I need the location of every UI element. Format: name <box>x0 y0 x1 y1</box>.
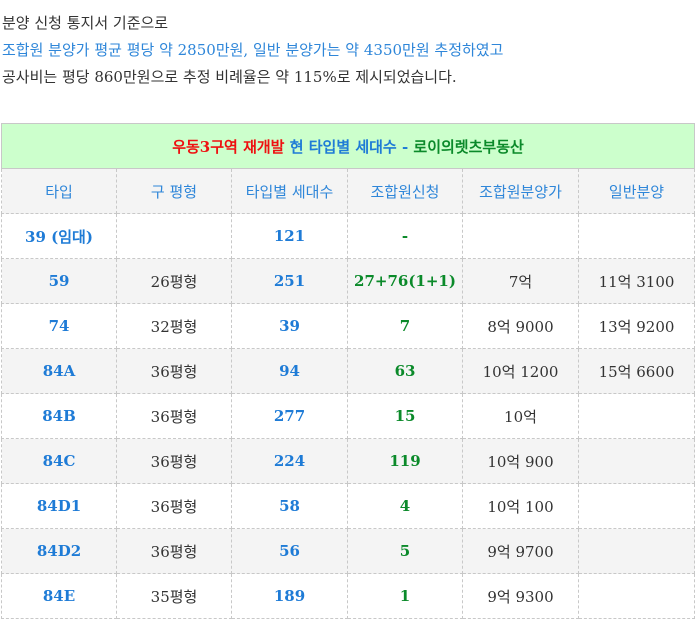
header-general-price: 일반분양 <box>577 168 695 214</box>
cell-units: 277 <box>231 393 348 439</box>
cell-old-size <box>116 213 232 259</box>
cell-type: 84A <box>1 348 117 394</box>
cell-old-size: 32평형 <box>116 303 232 349</box>
cell-type: 59 <box>1 258 117 304</box>
cell-old-size: 26평형 <box>116 258 232 304</box>
cell-units: 39 <box>231 303 348 349</box>
cell-member-apply: 7 <box>347 303 463 349</box>
intro-line-2: 조합원 분양가 평균 평당 약 2850만원, 일반 분양가는 약 4350만원… <box>2 41 504 59</box>
unit-type-table: 우동3구역 재개발 현 타입별 세대수 - 로이의렛츠부동산 타입 구 평형 타… <box>0 123 695 619</box>
cell-member-price: 10억 <box>462 393 579 439</box>
cell-member-price: 10억 1200 <box>462 348 579 394</box>
cell-units: 224 <box>231 438 348 484</box>
cell-general-price <box>577 393 695 439</box>
table-row: 84D2 36평형 56 5 9억 9700 <box>1 528 695 574</box>
cell-general-price: 11억 3100 <box>577 258 695 304</box>
header-type: 타입 <box>1 168 117 214</box>
intro-text: 분양 신청 통지서 기준으로 조합원 분양가 평균 평당 약 2850만원, 일… <box>2 10 503 91</box>
cell-member-apply: 15 <box>347 393 463 439</box>
table-row: 84B 36평형 277 15 10억 <box>1 393 695 439</box>
cell-units: 189 <box>231 573 348 619</box>
cell-old-size: 36평형 <box>116 438 232 484</box>
cell-type: 84C <box>1 438 117 484</box>
cell-old-size: 36평형 <box>116 528 232 574</box>
cell-old-size: 36평형 <box>116 393 232 439</box>
table-row: 74 32평형 39 7 8억 9000 13억 9200 <box>1 303 695 349</box>
table-title-source: 로이의렛츠부동산 <box>413 137 524 156</box>
cell-type: 84E <box>1 573 117 619</box>
intro-line-3: 공사비는 평당 860만원으로 추정 비례율은 약 115%로 제시되었습니다. <box>2 68 457 86</box>
table-title: 우동3구역 재개발 현 타입별 세대수 - 로이의렛츠부동산 <box>0 123 695 169</box>
cell-type: 84D2 <box>1 528 117 574</box>
header-member-apply: 조합원신청 <box>347 168 463 214</box>
table-title-area: 우동3구역 재개발 <box>172 137 285 156</box>
cell-units: 121 <box>231 213 348 259</box>
header-member-price: 조합원분양가 <box>462 168 579 214</box>
cell-general-price <box>577 483 695 529</box>
cell-units: 58 <box>231 483 348 529</box>
cell-member-apply: 63 <box>347 348 463 394</box>
cell-type: 74 <box>1 303 117 349</box>
cell-member-apply: 1 <box>347 573 463 619</box>
cell-member-price: 9억 9700 <box>462 528 579 574</box>
table-row: 84A 36평형 94 63 10억 1200 15억 6600 <box>1 348 695 394</box>
table-title-row: 우동3구역 재개발 현 타입별 세대수 - 로이의렛츠부동산 <box>0 123 695 169</box>
cell-old-size: 35평형 <box>116 573 232 619</box>
cell-member-price: 10억 900 <box>462 438 579 484</box>
cell-old-size: 36평형 <box>116 348 232 394</box>
cell-units: 251 <box>231 258 348 304</box>
cell-old-size: 36평형 <box>116 483 232 529</box>
cell-member-price: 8억 9000 <box>462 303 579 349</box>
cell-member-apply: 119 <box>347 438 463 484</box>
cell-general-price <box>577 573 695 619</box>
table-row: 39 (임대) 121- <box>1 213 695 259</box>
cell-type: 39 (임대) <box>1 213 117 259</box>
table-title-desc: 현 타입별 세대수 - <box>284 137 414 156</box>
cell-member-apply: 4 <box>347 483 463 529</box>
cell-type: 84B <box>1 393 117 439</box>
table-row: 84D1 36평형 58 4 10억 100 <box>1 483 695 529</box>
cell-general-price <box>577 528 695 574</box>
cell-member-price: 9억 9300 <box>462 573 579 619</box>
cell-general-price <box>577 213 695 259</box>
cell-units: 94 <box>231 348 348 394</box>
cell-member-apply: - <box>347 213 463 259</box>
table-header-row: 타입 구 평형 타입별 세대수 조합원신청 조합원분양가 일반분양 <box>1 168 695 214</box>
cell-member-apply: 27+76(1+1) <box>347 258 463 304</box>
table-row: 84E 35평형 189 1 9억 9300 <box>1 573 695 619</box>
cell-member-apply: 5 <box>347 528 463 574</box>
header-units: 타입별 세대수 <box>231 168 348 214</box>
cell-member-price <box>462 213 579 259</box>
cell-general-price: 15억 6600 <box>577 348 695 394</box>
cell-type: 84D1 <box>1 483 117 529</box>
table-row: 84C 36평형 224 119 10억 900 <box>1 438 695 484</box>
cell-general-price <box>577 438 695 484</box>
cell-member-price: 7억 <box>462 258 579 304</box>
intro-line-1: 분양 신청 통지서 기준으로 <box>2 14 169 32</box>
header-old-size: 구 평형 <box>116 168 232 214</box>
cell-units: 56 <box>231 528 348 574</box>
cell-general-price: 13억 9200 <box>577 303 695 349</box>
cell-member-price: 10억 100 <box>462 483 579 529</box>
table-row: 59 26평형 251 27+76(1+1) 7억 11억 3100 <box>1 258 695 304</box>
